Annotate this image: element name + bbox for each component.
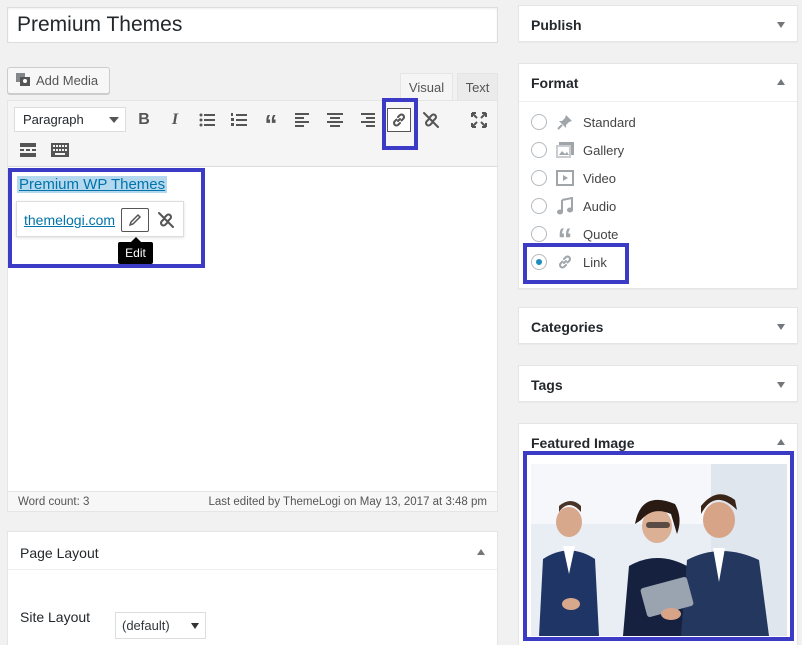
format-option-gallery[interactable]: Gallery [531,140,624,160]
format-option-quote[interactable]: “ Quote [531,223,619,256]
post-title-input[interactable]: Premium Themes [7,7,498,43]
align-left-icon [295,113,309,127]
keyboard-icon [51,143,69,157]
site-layout-label: Site Layout [20,609,91,625]
tags-title: Tags [531,377,563,393]
expand-icon[interactable] [777,382,785,388]
fullscreen-icon [471,112,487,128]
format-option-standard[interactable]: Standard [531,112,636,132]
tags-box[interactable]: Tags [518,365,798,402]
collapse-icon[interactable] [477,549,485,555]
video-icon [555,168,575,188]
quote-icon: “ [264,109,278,139]
radio-gallery[interactable] [531,142,547,158]
italic-icon: I [171,111,179,128]
format-select[interactable]: Paragraph [14,107,126,132]
align-center-button[interactable] [323,108,347,132]
collapse-icon[interactable] [777,439,785,445]
categories-title: Categories [531,319,604,335]
align-left-button[interactable] [291,108,315,132]
add-media-button[interactable]: Add Media [7,67,110,94]
format-label-gallery: Gallery [583,142,625,158]
read-more-icon [20,143,36,157]
page-layout-box: Page Layout Site Layout (default) [7,531,498,645]
tab-visual[interactable]: Visual [400,73,453,101]
align-right-button[interactable] [355,108,379,132]
word-count: Word count: 3 [18,495,90,508]
highlight-box-link-button [382,98,418,150]
numbered-list-icon [231,113,247,126]
publish-box[interactable]: Publish [518,5,798,42]
radio-video[interactable] [531,170,547,186]
pin-icon [555,112,575,132]
unlink-icon [423,112,439,128]
featured-image-title: Featured Image [531,435,635,451]
highlight-box-featured-image [523,451,794,641]
bullet-list-button[interactable] [195,108,219,132]
highlight-box-link-popup [8,168,205,268]
bullet-list-icon [199,113,215,127]
format-option-video[interactable]: Video [531,168,616,188]
remove-link-button[interactable] [419,108,443,132]
last-edited: Last edited by ThemeLogi on May 13, 2017… [208,495,487,508]
chevron-down-icon [109,117,119,123]
radio-quote[interactable] [531,226,547,242]
quote-icon: “ [557,223,573,256]
editor-status-bar: Word count: 3 Last edited by ThemeLogi o… [8,491,497,511]
expand-icon[interactable] [777,324,785,330]
format-title: Format [531,75,579,91]
align-right-icon [361,113,375,127]
tab-text[interactable]: Text [457,73,498,101]
radio-audio[interactable] [531,198,547,214]
page-layout-title: Page Layout [20,545,99,561]
bold-icon: B [138,111,150,128]
fullscreen-button[interactable] [467,108,491,132]
format-select-value: Paragraph [23,112,84,127]
add-media-label: Add Media [36,73,99,88]
gallery-icon [555,140,575,160]
categories-box[interactable]: Categories [518,307,798,344]
media-icon [15,71,31,90]
format-label-audio: Audio [583,198,617,214]
toolbar-toggle-button[interactable] [48,138,72,162]
highlight-box-link-format [523,243,629,284]
publish-title: Publish [531,17,582,33]
align-center-icon [327,113,343,127]
bold-button[interactable]: B [132,108,156,132]
read-more-button[interactable] [16,138,40,162]
radio-standard[interactable] [531,114,547,130]
format-label-quote: Quote [583,226,619,242]
audio-icon [555,196,575,216]
editor-toolbar: Paragraph B I “ [8,101,497,167]
italic-button[interactable]: I [163,108,187,132]
numbered-list-button[interactable] [227,108,251,132]
site-layout-select[interactable]: (default) [115,612,206,639]
format-option-audio[interactable]: Audio [531,196,616,216]
format-label-video: Video [583,170,617,186]
collapse-icon[interactable] [777,79,785,85]
page-layout-header[interactable]: Page Layout [8,532,497,570]
post-editor: Paragraph B I “ Premium WP Themes themel… [7,100,498,512]
format-label-standard: Standard [583,114,636,130]
expand-icon[interactable] [777,22,785,28]
blockquote-button[interactable]: “ [259,108,283,137]
site-layout-value: (default) [122,618,170,633]
chevron-down-icon [191,623,199,629]
